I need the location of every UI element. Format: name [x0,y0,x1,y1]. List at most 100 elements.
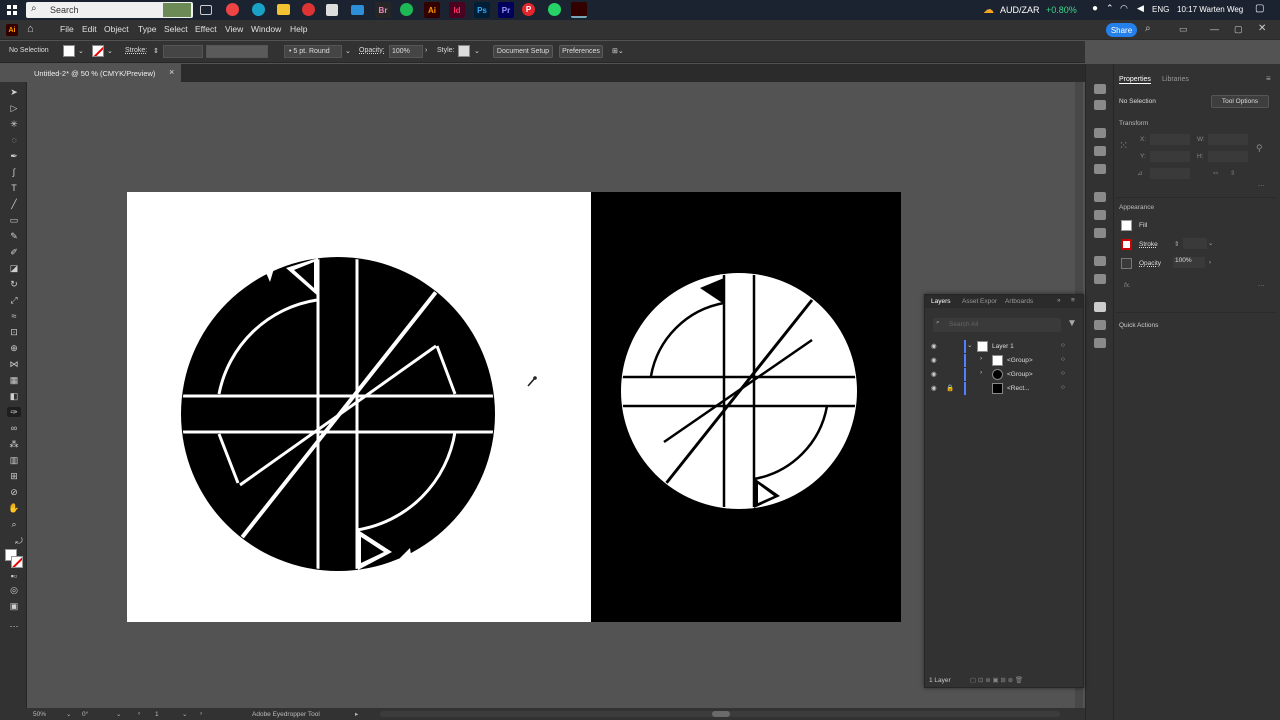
mesh-tool-icon[interactable]: ▦ [7,375,21,385]
lasso-tool-icon[interactable]: ◌ [7,135,21,145]
rect-name[interactable]: <Rect... [1007,385,1030,392]
stroke-panel-icon[interactable] [1094,192,1106,202]
rectangle-tool-icon[interactable]: ▭ [7,215,21,225]
gradient-panel-icon[interactable] [1094,210,1106,220]
opacity-label-link[interactable]: Opacity [1139,260,1161,267]
zoom-tool-icon[interactable]: ⌕ [7,519,21,529]
asset-export-icon[interactable] [1094,338,1106,348]
color-panel-icon[interactable] [1094,84,1106,94]
group-name[interactable]: <Group> [1007,357,1033,364]
w-field[interactable] [1208,134,1248,145]
appearance-fill-swatch[interactable] [1121,220,1132,231]
tool-options-button[interactable]: Tool Options [1211,95,1269,108]
tab-asset-export[interactable]: Asset Expor [962,298,997,305]
visibility-eye-icon[interactable]: ◉ [931,384,937,392]
tab-artboards[interactable]: Artboards [1005,298,1033,305]
group-name[interactable]: <Group> [1007,371,1033,378]
shape-builder-tool-icon[interactable]: ⊕ [7,343,21,353]
swatches-panel-icon[interactable] [1094,128,1106,138]
direct-selection-tool-icon[interactable]: ▷ [7,103,21,113]
free-transform-tool-icon[interactable]: ⊡ [7,327,21,337]
appearance-stroke-swatch[interactable] [1121,239,1132,250]
rotation-angle[interactable]: 0° [82,711,88,718]
artboard-tool-icon[interactable]: ⊞ [7,471,21,481]
swap-fill-stroke-icon[interactable]: ⤾ [15,536,23,546]
target-circle-icon[interactable]: ○ [1061,370,1065,377]
color-guide-icon[interactable] [1094,100,1106,110]
angle-dropdown-icon[interactable]: ⌄ [116,710,121,718]
layers-menu-icon[interactable]: ≡ [1071,297,1075,304]
graphic-styles-icon[interactable] [1094,274,1106,284]
y-field[interactable] [1150,151,1190,162]
screen-mode-icon[interactable]: ▣ [7,601,21,611]
pen-tool-icon[interactable]: ✒ [7,151,21,161]
transparency-panel-icon[interactable] [1094,228,1106,238]
gradient-tool-icon[interactable]: ◧ [7,391,21,401]
warp-tool-icon[interactable]: ≈ [7,311,21,321]
magic-wand-tool-icon[interactable]: ✳ [7,119,21,129]
zoom-level[interactable]: 50% [33,711,46,718]
expand-arrow-icon[interactable]: › [980,355,982,362]
layer-name[interactable]: Layer 1 [992,343,1014,350]
artboards-panel-icon[interactable] [1094,320,1106,330]
appearance-panel-icon[interactable] [1094,256,1106,266]
blend-tool-icon[interactable]: ∞ [7,423,21,433]
expand-arrow-icon[interactable]: › [980,369,982,376]
tab-properties[interactable]: Properties [1119,76,1151,84]
type-tool-icon[interactable]: T [7,183,21,193]
layer-row-rect[interactable]: ◉ 🔒 <Rect... ○ [926,382,1082,395]
pencil-tool-icon[interactable]: ✐ [7,247,21,257]
layers-search-field[interactable]: ⌕ Search All [933,318,1061,332]
visibility-eye-icon[interactable]: ◉ [931,370,937,378]
flip-horizontal-icon[interactable]: ⇿ [1213,169,1218,177]
panel-menu-icon[interactable]: ≡ [1266,74,1271,83]
layers-collapse-icon[interactable]: » [1057,297,1061,304]
hand-tool-icon[interactable]: ✋ [7,503,21,513]
link-proportions-icon[interactable]: ⚲ [1256,143,1263,154]
scale-tool-icon[interactable]: ⤢ [7,295,21,305]
target-circle-icon[interactable]: ○ [1061,384,1065,391]
reference-point-icon[interactable]: ⁙ [1119,139,1128,152]
fx-button[interactable]: fx. [1124,282,1131,289]
appearance-opacity-field[interactable]: 100% [1173,257,1205,268]
symbols-panel-icon[interactable] [1094,164,1106,174]
horizontal-scrollbar[interactable] [380,711,1060,717]
layer-row-layer1[interactable]: ◉ ⌄ Layer 1 ○ [926,340,1082,353]
eyedropper-tool-icon[interactable]: ✑ [7,407,21,417]
artboard-number[interactable]: 1 [155,711,159,718]
artboard-next-icon[interactable]: › [200,710,202,717]
curvature-tool-icon[interactable]: ∫ [7,167,21,177]
zoom-dropdown-icon[interactable]: ⌄ [66,710,71,718]
x-field[interactable] [1150,134,1190,145]
color-mode-icons[interactable]: ▪▫ [7,571,21,581]
tab-layers[interactable]: Layers [931,298,951,305]
layer-row-group1[interactable]: ◉ › <Group> ○ [926,354,1082,367]
artboard-prev-icon[interactable]: ‹ [138,710,140,717]
rotate-tool-icon[interactable]: ↻ [7,279,21,289]
edit-toolbar-icon[interactable]: ⋯ [7,621,21,631]
visibility-eye-icon[interactable]: ◉ [931,342,937,350]
layers-footer-icons[interactable]: ▢ ⊡ ⊕ ▣ ⊞ ⊕ 🗑 [970,676,1023,684]
layer-row-group2[interactable]: ◉ › <Group> ○ [926,368,1082,381]
status-menu-icon[interactable]: ▸ [355,710,358,718]
stroke-label-link[interactable]: Stroke [1139,241,1158,248]
artboard-dropdown-icon[interactable]: ⌄ [182,710,187,718]
line-tool-icon[interactable]: ╱ [7,199,21,209]
tab-libraries[interactable]: Libraries [1162,76,1189,83]
eraser-tool-icon[interactable]: ◪ [7,263,21,273]
brushes-panel-icon[interactable] [1094,146,1106,156]
stroke-weight-dropdown-icon[interactable]: ⌄ [1208,239,1213,247]
opacity-more-icon[interactable]: › [1209,259,1211,266]
target-circle-icon[interactable]: ○ [1061,356,1065,363]
paintbrush-tool-icon[interactable]: ✎ [7,231,21,241]
flip-vertical-icon[interactable]: ⇳ [1230,169,1235,177]
stroke-color-box[interactable] [11,556,23,568]
transform-more-icon[interactable]: ··· [1258,182,1265,189]
lock-icon[interactable]: 🔒 [946,384,954,392]
h-field[interactable] [1208,151,1248,162]
rotate-field[interactable] [1150,168,1190,179]
layers-filter-icon[interactable]: ▼ [1067,318,1077,329]
draw-mode-icon[interactable]: ◎ [7,585,21,595]
layers-panel-icon[interactable] [1094,302,1106,312]
target-circle-icon[interactable]: ○ [1061,342,1065,349]
